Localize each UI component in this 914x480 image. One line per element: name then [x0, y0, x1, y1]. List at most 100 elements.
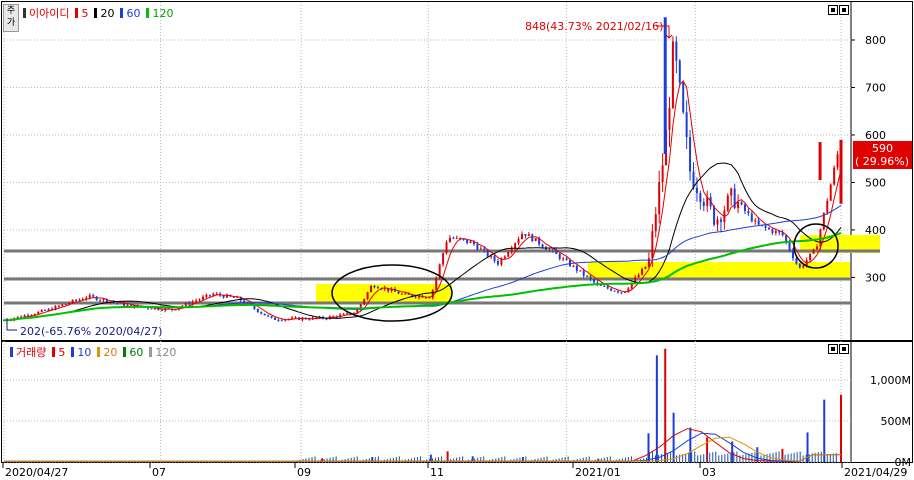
candle-body	[445, 242, 448, 254]
candle-body	[40, 309, 43, 312]
candle-body	[737, 201, 740, 209]
legend-swatch-ma120	[146, 8, 150, 18]
candle-body	[71, 299, 74, 304]
candle-body	[713, 206, 716, 225]
volume-panel-maximize-button[interactable]	[828, 344, 838, 354]
price-panel-maximize-button[interactable]	[828, 5, 838, 15]
price-tick-label: 400	[865, 224, 886, 237]
candle-body	[551, 249, 554, 251]
candle-body	[764, 225, 767, 228]
volume-bar	[715, 451, 717, 462]
candle-body	[373, 285, 376, 288]
volume-title: 거래량	[16, 346, 47, 359]
volume-bar	[706, 453, 708, 462]
candle-body	[689, 137, 692, 172]
highlight-box	[588, 262, 850, 280]
sidebar-tab[interactable]: 주가	[3, 4, 19, 32]
legend-swatch-ma5	[75, 8, 79, 18]
candle-body	[260, 312, 263, 314]
volume-bar	[694, 451, 696, 462]
volume-bar	[688, 452, 690, 462]
candle-body	[280, 320, 283, 322]
candle-body	[88, 295, 91, 298]
legend-swatch-vma120	[149, 347, 153, 357]
candle-body	[740, 201, 743, 205]
legend-swatch-volume	[10, 347, 13, 357]
volume-bar	[823, 455, 825, 462]
candle-body	[510, 248, 513, 253]
candle-body	[92, 295, 95, 297]
current-price-label: 590	[872, 142, 893, 155]
candle-body	[308, 319, 311, 321]
max-annotation: 848(43.73% 2021/02/16)	[525, 20, 663, 33]
volume-bar	[733, 452, 735, 462]
price-tick-label: 600	[865, 129, 886, 142]
candle-body	[325, 318, 328, 320]
candle-body	[99, 300, 102, 302]
candle-body	[75, 299, 78, 301]
legend-vma20: 20	[103, 345, 118, 359]
candle-body	[671, 41, 674, 108]
candle-body	[833, 167, 836, 185]
candle-body	[719, 219, 722, 222]
candle-body	[184, 302, 187, 306]
candle-body	[750, 213, 753, 222]
date-label: 2021/04/29	[844, 466, 907, 479]
candle-body	[44, 309, 47, 311]
legend-swatch-vma60	[123, 347, 127, 357]
stock-name: 이아이디	[29, 7, 70, 20]
legend-swatch	[23, 8, 26, 18]
candle-body	[678, 60, 681, 83]
candle-body	[791, 250, 794, 259]
volume-bar	[670, 452, 672, 462]
candle-body	[809, 253, 812, 261]
volume-bar	[700, 454, 702, 462]
volume-bar	[721, 454, 723, 462]
candle-body	[682, 82, 685, 113]
candle-body	[603, 285, 606, 287]
price-legend: 이아이디 5 20 60 120	[20, 5, 173, 21]
candle-body	[370, 285, 373, 293]
price-panel-close-button[interactable]	[839, 5, 849, 15]
candle-body	[404, 293, 407, 295]
candle-body	[579, 270, 582, 272]
candle-body	[795, 258, 798, 264]
candle-body	[654, 214, 657, 232]
candle-body	[562, 258, 565, 260]
candle-body	[212, 293, 215, 296]
candle-body	[730, 188, 733, 196]
candle-body	[431, 289, 434, 298]
volume-bar	[730, 452, 732, 462]
date-label: 2020/04/27	[5, 466, 68, 479]
volume-bar	[808, 454, 810, 462]
candle-body	[64, 304, 67, 306]
date-label: 09	[297, 466, 311, 479]
candle-body	[493, 255, 496, 261]
candle-body	[617, 291, 620, 293]
candle-body	[414, 296, 417, 298]
candle-body	[78, 299, 81, 301]
volume-tick-label: 1,000M	[870, 374, 911, 387]
legend-ma60: 60	[126, 6, 141, 20]
candle-body	[520, 234, 523, 240]
candle-body	[548, 249, 551, 251]
candle-body	[699, 193, 702, 203]
volume-panel-close-button[interactable]	[839, 344, 849, 354]
candle-body	[668, 107, 671, 130]
candle-body	[531, 234, 534, 242]
candle-body	[613, 290, 616, 292]
candle-body	[116, 302, 119, 304]
chart-svg: 300 400 500 600 700 800 848(43.73% 2021/02/16)…	[1, 1, 913, 479]
candle-body	[208, 294, 211, 296]
candle-body	[496, 260, 499, 265]
candle-body	[150, 308, 153, 310]
candle-body	[198, 299, 201, 301]
candle-body	[565, 258, 568, 261]
candle-body	[277, 319, 280, 321]
candle-body	[20, 316, 23, 318]
candle-body	[479, 248, 482, 250]
legend-vma5: 5	[58, 345, 66, 359]
legend-swatch-vma5	[52, 347, 56, 357]
price-tick-label: 800	[865, 34, 886, 47]
volume-bar	[823, 399, 826, 462]
